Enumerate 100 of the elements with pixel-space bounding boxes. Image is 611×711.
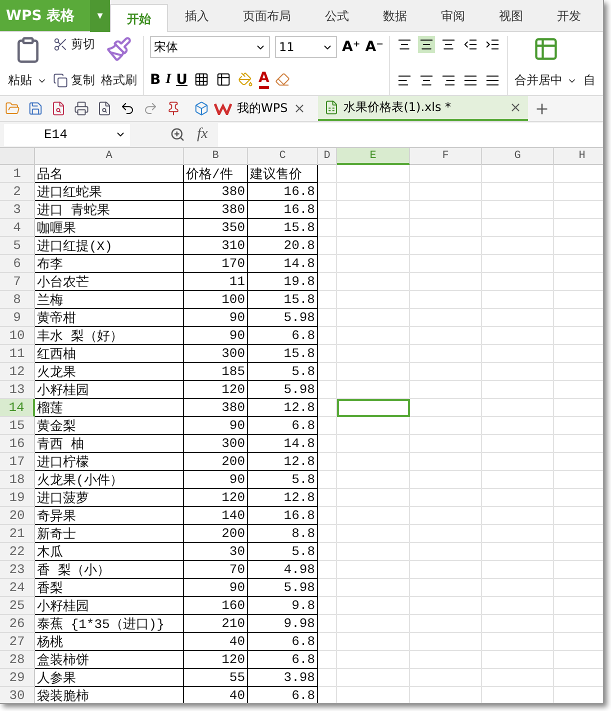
table-cell: 进口柠檬 <box>35 453 184 471</box>
font-name-field[interactable]: 宋体 <box>150 36 270 58</box>
row-header[interactable]: 19 <box>0 489 35 507</box>
copy-button[interactable]: 复制 <box>53 72 95 89</box>
wps-logo-icon <box>214 102 232 114</box>
row-header[interactable]: 8 <box>0 291 35 309</box>
format-painter-button[interactable]: 格式刷 <box>101 36 137 95</box>
close-icon[interactable] <box>508 101 522 114</box>
row-header[interactable]: 29 <box>0 669 35 687</box>
bold-button[interactable]: B <box>150 72 161 88</box>
row-header[interactable]: 5 <box>0 237 35 255</box>
active-cell[interactable] <box>337 399 410 417</box>
row-header[interactable]: 9 <box>0 309 35 327</box>
table-cell: 建议售价 <box>248 165 318 183</box>
merge-center-button[interactable]: 合并居中 <box>514 36 578 95</box>
row-header[interactable]: 7 <box>0 273 35 291</box>
row-header[interactable]: 16 <box>0 435 35 453</box>
table-cell: 袋装脆柿 <box>35 687 184 703</box>
new-tab-icon[interactable] <box>534 100 550 116</box>
row-header[interactable]: 3 <box>0 201 35 219</box>
save-icon[interactable] <box>27 100 44 117</box>
table-cell: 90 <box>184 327 248 345</box>
shrink-font-button[interactable]: A⁻ <box>365 39 384 55</box>
row-header[interactable]: 13 <box>0 381 35 399</box>
table-cell: 160 <box>184 597 248 615</box>
row-header[interactable]: 11 <box>0 345 35 363</box>
ribbon-tab[interactable]: 数据 <box>366 0 424 32</box>
column-header[interactable]: D <box>318 148 337 165</box>
table-cell: 丰水 梨（好） <box>35 327 184 345</box>
row-header[interactable]: 18 <box>0 471 35 489</box>
paste-button[interactable]: 粘贴 <box>8 36 47 95</box>
borders-icon[interactable] <box>192 71 210 88</box>
fill-color-icon[interactable] <box>236 71 254 88</box>
close-icon[interactable] <box>292 102 306 115</box>
table-cell: 185 <box>184 363 248 381</box>
row-header[interactable]: 2 <box>0 183 35 201</box>
column-header[interactable]: A <box>35 148 184 165</box>
column-header[interactable]: F <box>410 148 482 165</box>
eraser-icon[interactable] <box>274 71 292 88</box>
document-tab[interactable]: 水果价格表(1).xls * <box>318 96 528 121</box>
column-header[interactable]: E <box>337 148 410 165</box>
row-header[interactable]: 23 <box>0 561 35 579</box>
column-header[interactable]: B <box>184 148 248 165</box>
table-cell: 16.8 <box>248 183 318 201</box>
print-preview-icon[interactable] <box>96 100 113 117</box>
ribbon-tab[interactable]: 页面布局 <box>226 0 308 32</box>
table-cell: 5.98 <box>248 381 318 399</box>
row-header[interactable]: 30 <box>0 687 35 703</box>
column-header[interactable]: H <box>554 148 603 165</box>
undo-icon[interactable] <box>119 100 136 117</box>
column-header[interactable]: G <box>482 148 554 165</box>
row-header[interactable]: 26 <box>0 615 35 633</box>
name-box[interactable]: E14 <box>4 124 130 146</box>
row-header[interactable]: 28 <box>0 651 35 669</box>
cut-button[interactable]: 剪切 <box>53 36 95 53</box>
row-header[interactable]: 20 <box>0 507 35 525</box>
font-color-button[interactable]: A <box>258 70 270 89</box>
table-cell: 90 <box>184 309 248 327</box>
formula-field[interactable] <box>218 122 603 146</box>
row-header[interactable]: 4 <box>0 219 35 237</box>
row-header[interactable]: 12 <box>0 363 35 381</box>
underline-button[interactable]: U <box>176 72 188 88</box>
table-cell: 380 <box>184 201 248 219</box>
column-header[interactable]: C <box>248 148 318 165</box>
search-icon[interactable] <box>170 127 185 142</box>
row-header[interactable]: 25 <box>0 597 35 615</box>
menu-caret[interactable]: ▾ <box>90 0 110 32</box>
print-icon[interactable] <box>73 100 90 117</box>
ribbon-tab[interactable]: 开始 <box>110 4 168 33</box>
grow-font-button[interactable]: A⁺ <box>342 39 360 55</box>
table-icon[interactable] <box>214 71 232 88</box>
ribbon-tab[interactable]: 插入 <box>168 0 226 32</box>
ribbon-tab[interactable]: 视图 <box>482 0 540 32</box>
table-cell: 人参果 <box>35 669 184 687</box>
row-header[interactable]: 27 <box>0 633 35 651</box>
document-tab[interactable]: 我的WPS <box>188 96 312 121</box>
paintbrush-icon <box>106 36 132 62</box>
ribbon-tab[interactable]: 开发 <box>540 0 598 32</box>
wrap-button[interactable]: 自 <box>583 36 596 95</box>
row-header[interactable]: 1 <box>0 165 35 183</box>
redo-icon[interactable] <box>142 100 159 117</box>
row-header[interactable]: 24 <box>0 579 35 597</box>
ribbon-tab[interactable]: 审阅 <box>424 0 482 32</box>
table-cell: 120 <box>184 489 248 507</box>
italic-button[interactable]: I <box>166 72 172 88</box>
row-header[interactable]: 6 <box>0 255 35 273</box>
row-header[interactable]: 22 <box>0 543 35 561</box>
function-button[interactable]: fx <box>197 126 208 143</box>
table-cell: 210 <box>184 615 248 633</box>
ribbon-tab[interactable]: 公式 <box>308 0 366 32</box>
row-header[interactable]: 17 <box>0 453 35 471</box>
row-header[interactable]: 21 <box>0 525 35 543</box>
align-middle-icon[interactable] <box>418 36 436 53</box>
app-menu-button[interactable]: WPS 表格 ▾ <box>0 0 110 31</box>
table-cell: 黄帝柑 <box>35 309 184 327</box>
table-cell: 6.8 <box>248 633 318 651</box>
row-header[interactable]: 14 <box>0 399 35 417</box>
row-header[interactable]: 15 <box>0 417 35 435</box>
row-header[interactable]: 10 <box>0 327 35 345</box>
font-size-field[interactable]: 11 <box>275 36 337 58</box>
